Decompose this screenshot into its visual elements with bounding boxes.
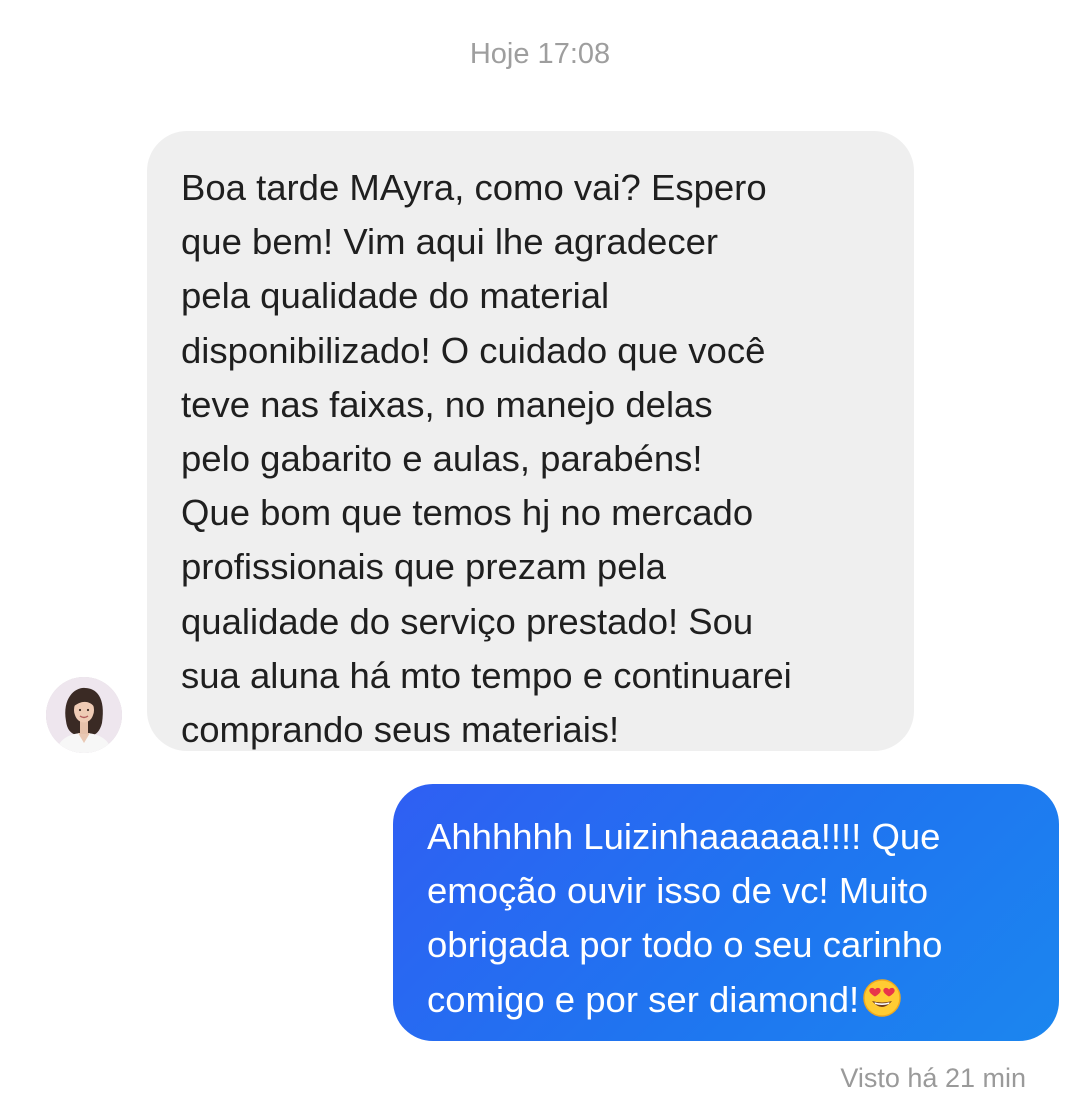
- message-line: comprando seus materiais!: [181, 709, 620, 751]
- message-line: Ahhhhhh Luizinhaaaaaa!!!! Que: [427, 816, 941, 857]
- message-line: obrigada por todo o seu carinho: [427, 924, 943, 966]
- sender-avatar[interactable]: [46, 677, 122, 753]
- message-line-with-emoji: comigo e por ser diamond!: [427, 973, 1029, 1033]
- message-line: qualidade do serviço prestado! Sou: [181, 600, 754, 642]
- seen-status: Visto há 21 min: [840, 1063, 1026, 1093]
- outgoing-message-bubble[interactable]: Ahhhhhh Luizinhaaaaaa!!!! Que emoção ouv…: [393, 784, 1059, 1041]
- message-line: Boa tarde MAyra, como vai? Espero: [181, 167, 767, 208]
- message-line: pela qualidade do material: [181, 275, 610, 317]
- message-line: que bem! Vim aqui lhe agradecer: [181, 221, 719, 263]
- avatar-photo-icon: [46, 677, 122, 753]
- message-line: emoção ouvir isso de vc! Muito: [427, 870, 929, 912]
- message-line: sua aluna há mto tempo e continuarei: [181, 654, 792, 696]
- message-line: teve nas faixas, no manejo delas: [181, 383, 713, 425]
- message-line: disponibilizado! O cuidado que você: [181, 329, 766, 371]
- message-line: comigo e por ser diamond!: [427, 978, 860, 1020]
- message-line: pelo gabarito e aulas, parabéns!: [181, 438, 703, 480]
- heart-eyes-emoji-icon: [862, 978, 902, 1033]
- incoming-message-bubble[interactable]: Boa tarde MAyra, como vai? Espero que be…: [147, 131, 914, 751]
- message-timestamp: Hoje 17:08: [469, 38, 611, 70]
- message-line: profissionais que prezam pela: [181, 546, 666, 588]
- message-line: Que bom que temos hj no mercado: [181, 492, 754, 534]
